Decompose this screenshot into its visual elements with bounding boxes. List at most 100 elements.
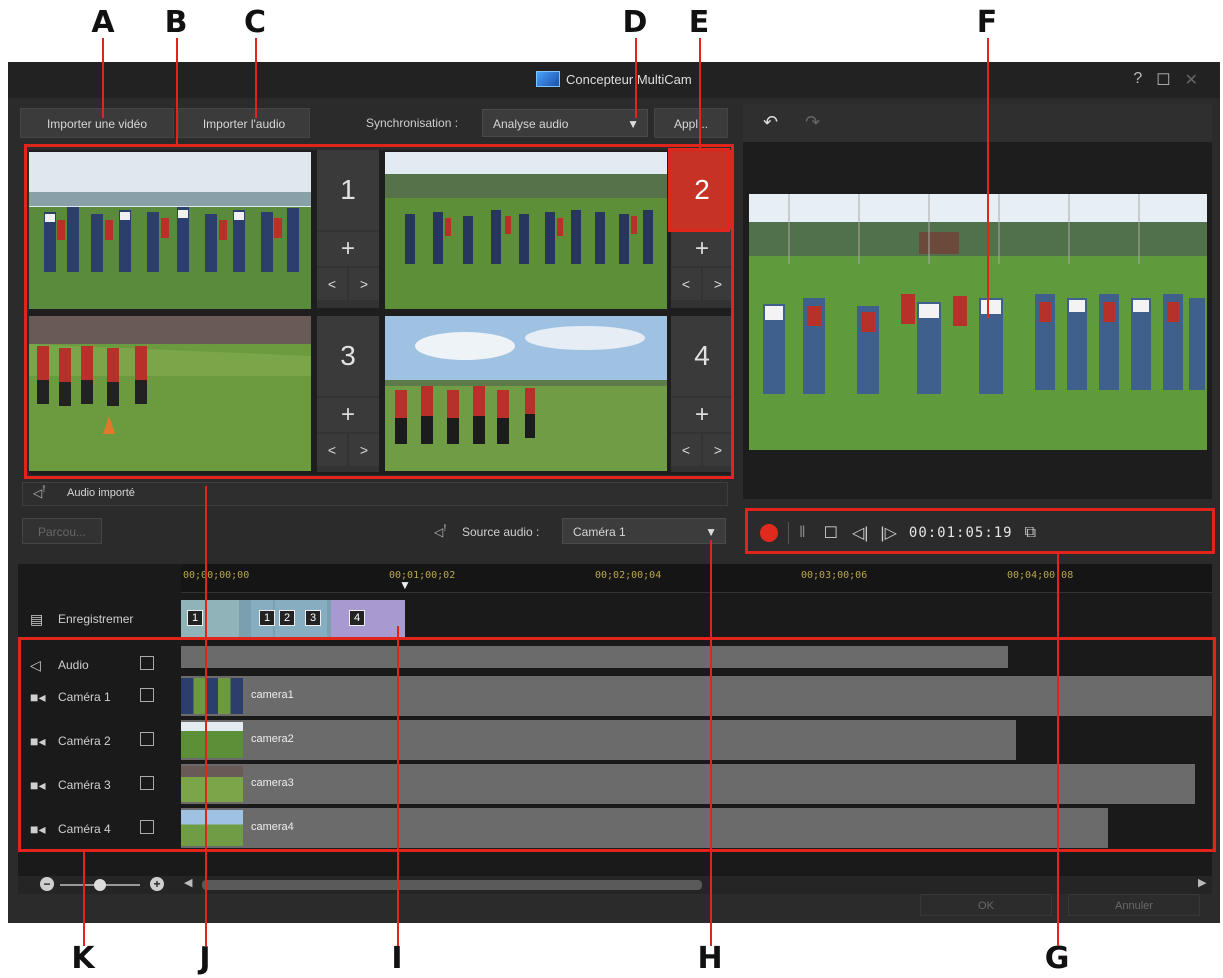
ruler-tick-label: 00;00;00;00 [183, 570, 250, 581]
audio-source-dropdown[interactable]: Caméra 1 ▼ [562, 518, 726, 544]
camera-3-add-button[interactable]: + [317, 398, 379, 432]
record-clip-5[interactable]: 4 [331, 600, 405, 638]
transport-separator [788, 522, 789, 544]
sync-dropdown[interactable]: Analyse audio ▼ [482, 109, 648, 137]
horizontal-scrollbar-thumb[interactable] [202, 880, 702, 890]
cancel-button[interactable]: Annuler [1068, 894, 1200, 916]
timeline-zoom-scroll-bar: − + ◀ ▶ [18, 876, 1212, 894]
camera-1-track-list-icon[interactable] [140, 688, 154, 702]
sync-label: Synchronisation : [366, 116, 459, 130]
callout-g: G [1044, 941, 1070, 976]
audio-track-list-icon[interactable] [140, 656, 154, 670]
scroll-right-icon[interactable]: ▶ [1198, 876, 1206, 889]
camera-1-add-button[interactable]: + [317, 232, 379, 266]
camera-2-next-button[interactable]: > [703, 268, 733, 300]
camera-1-clip-name: camera1 [251, 689, 294, 701]
video-camera-icon: ■◂ [30, 689, 46, 705]
record-track-label: Enregistremer [58, 612, 134, 626]
camera-3-track-list-icon[interactable] [140, 776, 154, 790]
record-clip-4[interactable]: 3 [301, 600, 327, 638]
camera-3-switch-button[interactable]: 3 [317, 316, 379, 396]
record-clip-number: 1 [259, 610, 276, 626]
camera-4-track-header: ■◂ Caméra 4 [18, 808, 181, 852]
import-video-button[interactable]: Importer une vidéo [20, 108, 174, 138]
help-button[interactable]: ? [1133, 70, 1142, 90]
redo-icon[interactable]: ↷ [805, 112, 820, 133]
camera-2-clip-name: camera2 [251, 733, 294, 745]
audio-clip[interactable] [181, 646, 1008, 668]
video-camera-icon: ■◂ [30, 777, 46, 793]
record-clip-number: 3 [305, 610, 322, 626]
camera-4-next-button[interactable]: > [703, 434, 733, 466]
camera-1-clip-thumbnail [181, 678, 243, 714]
camera-4-prev-button[interactable]: < [671, 434, 701, 466]
next-frame-icon[interactable]: |▷ [880, 523, 896, 543]
sync-dropdown-value: Analyse audio [493, 117, 569, 131]
camera-3-clip[interactable]: camera3 [181, 764, 1195, 804]
close-button[interactable]: ✕ [1185, 70, 1198, 90]
camera-3-track-header: ■◂ Caméra 3 [18, 764, 181, 808]
camera-2-clip[interactable]: camera2 [181, 720, 1016, 760]
audio-source-value: Caméra 1 [573, 525, 626, 539]
zoom-out-button[interactable]: − [40, 877, 54, 891]
callout-f: F [976, 5, 998, 40]
title-bar: Concepteur MultiCam ? ☐ ✕ [8, 62, 1220, 98]
zoom-in-button[interactable]: + [150, 877, 164, 891]
camera-2-prev-button[interactable]: < [671, 268, 701, 300]
record-clip-1[interactable]: 1 [181, 600, 239, 638]
record-track-icon: ▤ [30, 611, 44, 627]
camera-1-track-header: ■◂ Caméra 1 [18, 676, 181, 720]
window-title-text: Concepteur MultiCam [566, 71, 692, 87]
camera-4-clip-name: camera4 [251, 821, 294, 833]
pause-icon[interactable]: ‖ [799, 524, 806, 542]
camera-4-track-list-icon[interactable] [140, 820, 154, 834]
scroll-left-icon[interactable]: ◀ [184, 876, 192, 889]
camera-4-preview[interactable] [385, 316, 667, 471]
camera-2-switch-button[interactable]: 2 [671, 150, 733, 230]
browse-button[interactable]: Parcou... [22, 518, 102, 544]
camera-3-prev-button[interactable]: < [317, 434, 347, 466]
video-camera-icon: ■◂ [30, 733, 46, 749]
import-audio-button[interactable]: Importer l'audio [178, 108, 310, 138]
playhead-marker-icon[interactable]: ▼ [399, 578, 411, 592]
callout-line-h [710, 540, 712, 946]
undo-icon[interactable]: ↶ [763, 112, 778, 133]
camera-4-clip[interactable]: camera4 [181, 808, 1108, 848]
camera-3-next-button[interactable]: > [349, 434, 379, 466]
callout-b: B [164, 5, 188, 40]
preview-toolbar: ↶ ↷ [743, 104, 1212, 142]
fullscreen-icon[interactable]: ⧉ [1025, 524, 1036, 542]
camera-4-clip-thumbnail [181, 810, 243, 846]
camera-4-add-button[interactable]: + [671, 398, 733, 432]
ruler-tick-label: 00;04;00;08 [1007, 570, 1074, 581]
camera-4-switch-button[interactable]: 4 [671, 316, 733, 396]
record-button[interactable] [760, 524, 778, 542]
camera-1-next-button[interactable]: > [349, 268, 379, 300]
record-track[interactable]: 1 1 2 3 4 [181, 600, 405, 638]
ok-button[interactable]: OK [920, 894, 1052, 916]
camera-1-preview[interactable] [29, 152, 311, 309]
callout-a: A [91, 5, 115, 40]
camera-1-switch-button[interactable]: 1 [317, 150, 379, 230]
audio-imported-label: Audio importé [67, 487, 135, 499]
zoom-slider-knob[interactable] [94, 879, 106, 891]
camera-3-preview[interactable] [29, 316, 311, 471]
camera-4-controls: 4 + < > [671, 316, 733, 472]
stop-icon[interactable]: ☐ [824, 523, 838, 543]
maximize-button[interactable]: ☐ [1156, 70, 1170, 90]
window-controls: ? ☐ ✕ [1133, 70, 1198, 90]
camera-2-track-list-icon[interactable] [140, 732, 154, 746]
callout-line-i [397, 626, 399, 946]
camera-1-prev-button[interactable]: < [317, 268, 347, 300]
callout-line-a [102, 38, 104, 118]
callout-c: C [243, 5, 267, 40]
record-clip-number: 1 [187, 610, 204, 626]
camera-2-preview[interactable] [385, 152, 667, 309]
camera-2-add-button[interactable]: + [671, 232, 733, 266]
record-clip-2[interactable]: 1 [251, 600, 276, 638]
prev-frame-icon[interactable]: ◁| [852, 523, 868, 543]
record-clip-3[interactable]: 2 [275, 600, 301, 638]
apply-button[interactable]: Appl... [654, 108, 728, 138]
camera-1-track-label: Caméra 1 [58, 690, 111, 704]
record-clip-number: 4 [349, 610, 366, 626]
